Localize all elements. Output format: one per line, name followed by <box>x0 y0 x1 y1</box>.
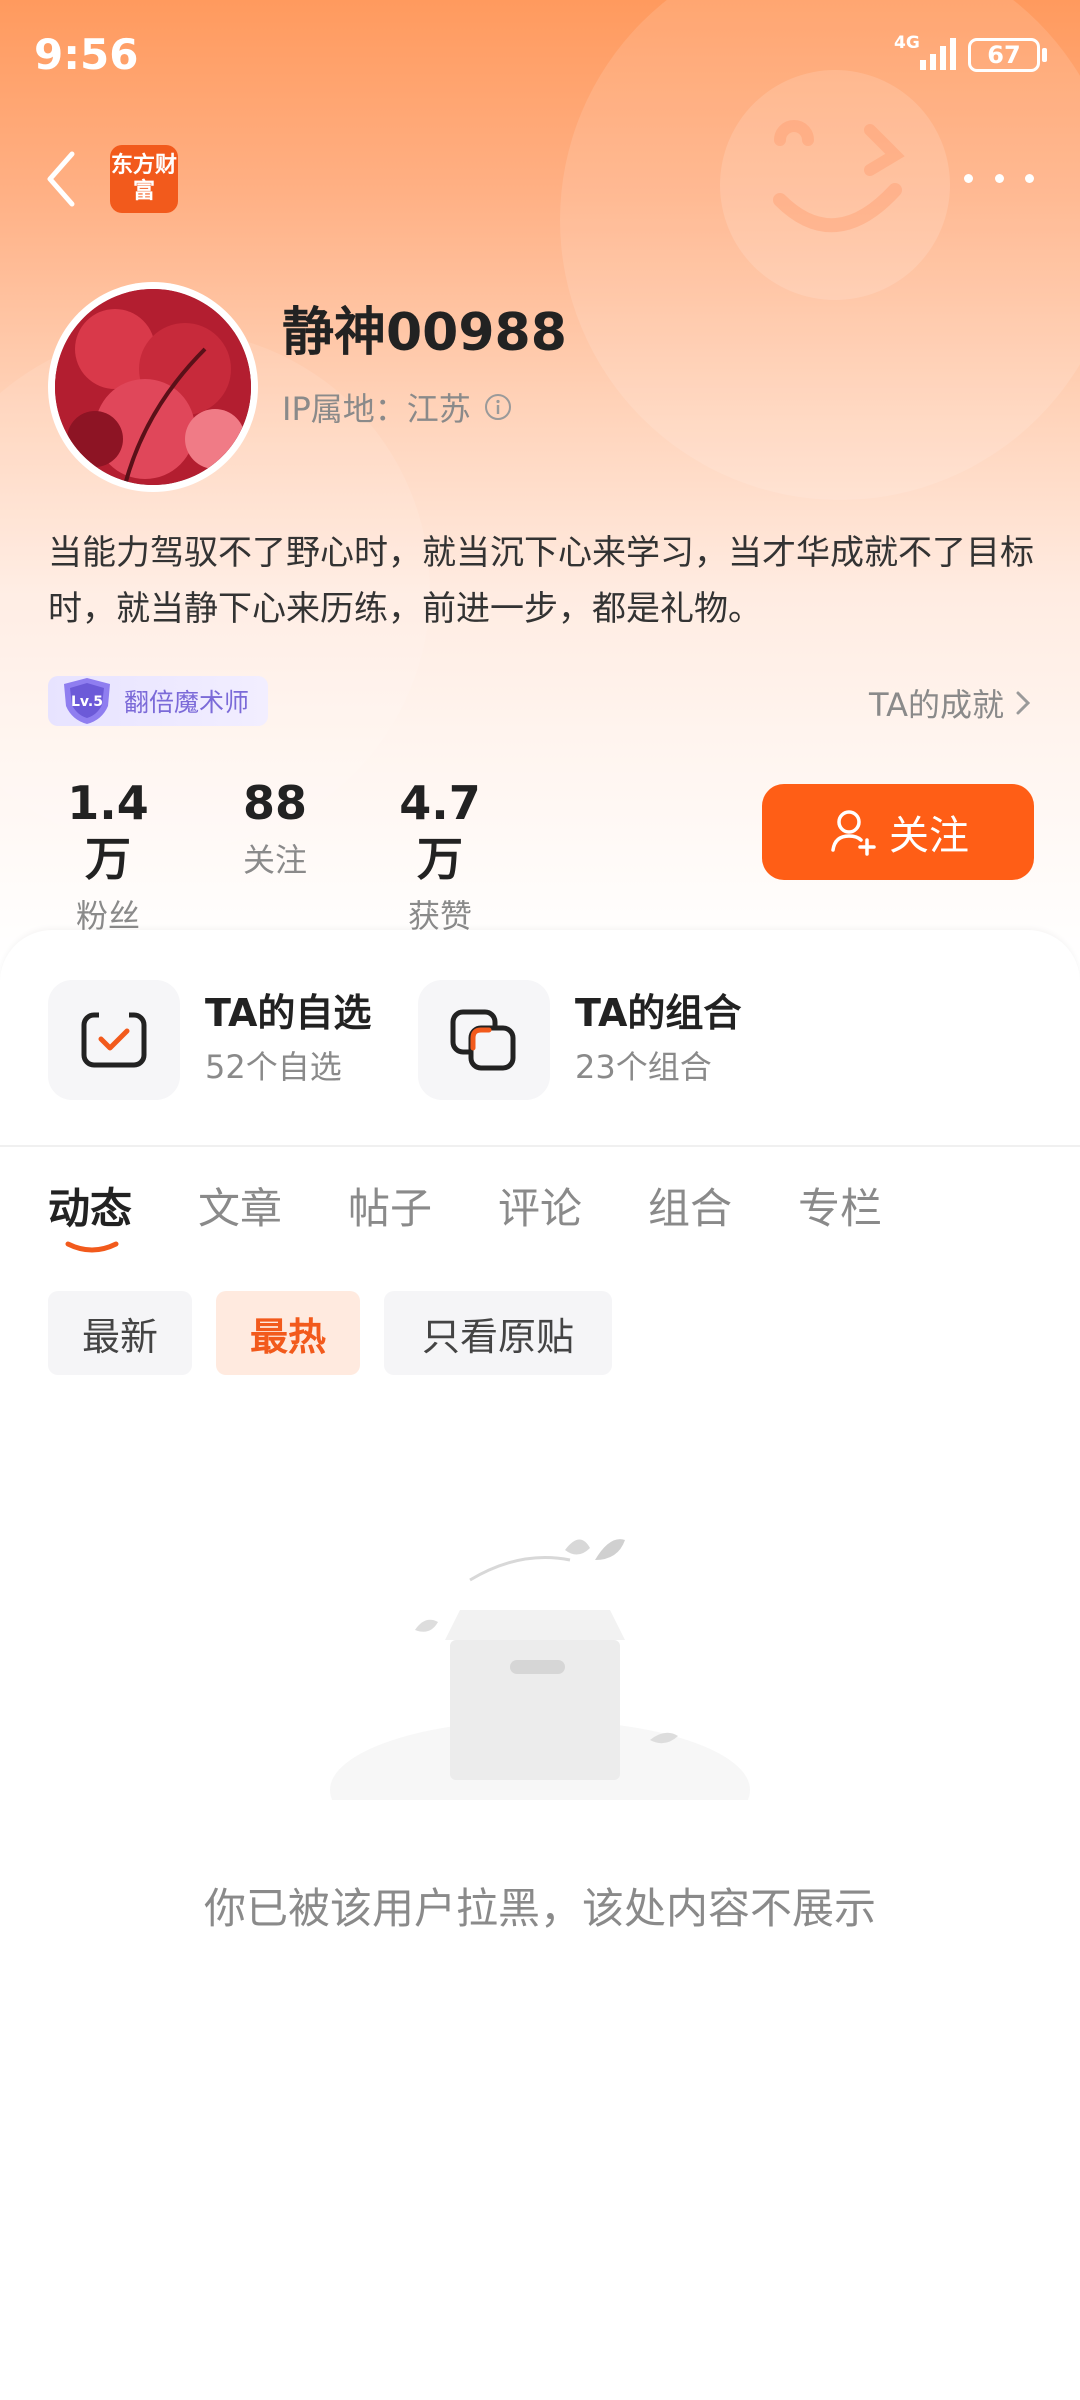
level-shield-icon: Lv.5 <box>64 678 110 724</box>
app-logo: 东方财富 <box>110 145 178 213</box>
ip-location: IP属地：江苏 <box>282 384 513 430</box>
tab-portfolios[interactable]: 组合 <box>648 1175 732 1236</box>
filter-hot[interactable]: 最热 <box>216 1291 360 1375</box>
level-text: Lv.5 <box>71 694 103 710</box>
level-badge[interactable]: Lv.5 翻倍魔术师 <box>48 676 268 726</box>
tab-columns[interactable]: 专栏 <box>798 1175 882 1236</box>
tab-posts[interactable]: 帖子 <box>348 1175 432 1236</box>
avatar[interactable] <box>48 282 258 492</box>
battery-icon: 67 <box>968 38 1040 72</box>
stat-likes[interactable]: 4.7万 获赞 <box>380 775 500 937</box>
watchlist-icon <box>81 1009 147 1068</box>
filter-latest[interactable]: 最新 <box>48 1291 192 1375</box>
portfolio-card[interactable] <box>418 980 550 1100</box>
level-title: 翻倍魔术师 <box>124 688 250 717</box>
status-time: 9:56 <box>34 30 139 79</box>
watchlist-count: 52个自选 <box>205 1048 342 1086</box>
empty-state-message: 你已被该用户拉黑，该处内容不展示 <box>203 1884 876 1933</box>
stat-followers[interactable]: 1.4万 粉丝 <box>48 775 168 937</box>
tab-articles[interactable]: 文章 <box>198 1175 282 1236</box>
empty-box-icon <box>330 1539 750 1800</box>
username: 静神00988 <box>282 303 567 363</box>
active-tab-indicator <box>65 1241 119 1253</box>
watchlist-card[interactable] <box>48 980 180 1100</box>
stat-value: 4.7万 <box>399 776 481 886</box>
section-divider <box>0 1145 1080 1147</box>
follow-button-label: 关注 <box>889 813 969 859</box>
ip-location-text: IP属地：江苏 <box>282 390 471 428</box>
stat-following[interactable]: 88 关注 <box>225 775 325 881</box>
watchlist-title[interactable]: TA的自选 <box>205 982 371 1037</box>
portfolio-title[interactable]: TA的组合 <box>575 982 741 1037</box>
stat-label: 关注 <box>242 841 307 879</box>
status-bar: 9:56 4G 67 <box>0 0 1080 110</box>
stat-value: 88 <box>242 776 307 830</box>
filter-original-only[interactable]: 只看原贴 <box>384 1291 612 1375</box>
battery-tip <box>1042 48 1047 62</box>
more-dot <box>1025 173 1034 183</box>
chevron-left-icon <box>47 151 75 207</box>
feature-cards-panel: TA的自选 52个自选 TA的组合 23个组合 <box>0 930 1080 1145</box>
add-user-icon <box>831 810 876 856</box>
more-dot <box>994 173 1004 183</box>
signal-icon <box>920 38 956 70</box>
profile-bio: 当能力驾驭不了野心时，就当沉下心来学习，当才华成就不了目标时，就当静下心来历练，… <box>48 533 1034 629</box>
achievement-link[interactable]: TA的成就 <box>869 680 1032 726</box>
tab-comments[interactable]: 评论 <box>498 1175 582 1236</box>
chevron-right-icon <box>1016 691 1031 715</box>
more-options-button[interactable] <box>964 160 1034 196</box>
battery-level: 67 <box>987 41 1021 69</box>
stat-value: 1.4万 <box>67 776 149 886</box>
portfolio-count: 23个组合 <box>575 1048 712 1086</box>
info-icon[interactable] <box>483 392 513 422</box>
avatar-image <box>55 289 251 485</box>
achievement-link-label: TA的成就 <box>869 686 1004 724</box>
follow-button[interactable]: 关注 <box>762 784 1034 880</box>
more-dot <box>964 173 973 183</box>
network-type: 4G <box>894 33 920 53</box>
back-button[interactable] <box>38 144 88 214</box>
tab-dynamics[interactable]: 动态 <box>48 1175 132 1236</box>
portfolio-icon <box>450 1009 516 1071</box>
